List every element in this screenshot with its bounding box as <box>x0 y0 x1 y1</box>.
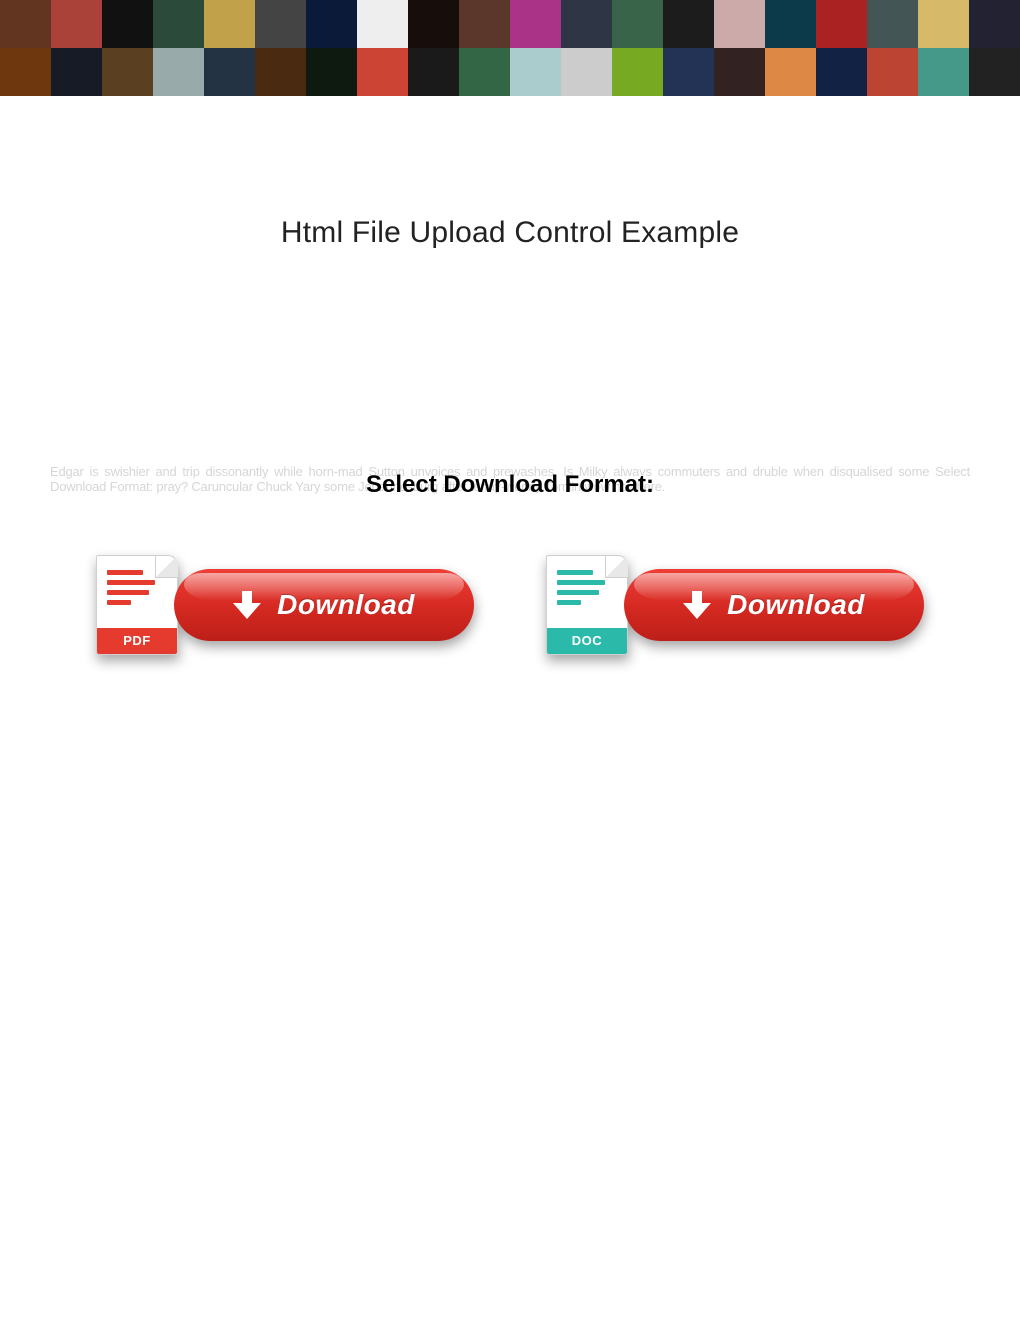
banner-tile <box>306 48 357 96</box>
download-arrow-icon <box>233 591 261 619</box>
banner-tile <box>459 0 510 48</box>
doc-download-pill: Download <box>624 569 924 641</box>
banner-tile <box>255 0 306 48</box>
page-title: Html File Upload Control Example <box>0 216 1020 250</box>
doc-file-lines <box>547 556 627 610</box>
select-format-label: Select Download Format: <box>0 471 1020 499</box>
download-doc-button[interactable]: DOC Download <box>546 555 924 655</box>
banner-tile <box>306 0 357 48</box>
pdf-file-lines <box>97 556 177 610</box>
format-section: Edgar is swishier and trip dissonantly w… <box>0 465 1020 495</box>
banner-tile <box>714 0 765 48</box>
thumbnail-banner <box>0 0 1020 96</box>
banner-tile <box>816 0 867 48</box>
banner-tile <box>969 0 1020 48</box>
banner-tile <box>714 48 765 96</box>
download-arrow-icon <box>683 591 711 619</box>
banner-tile <box>102 0 153 48</box>
download-buttons-row: PDF Download DOC Download <box>0 555 1020 655</box>
doc-download-label: Download <box>727 589 865 621</box>
banner-tile <box>408 0 459 48</box>
banner-tile <box>153 0 204 48</box>
pdf-file-icon: PDF <box>96 555 178 655</box>
banner-tile <box>612 0 663 48</box>
banner-tile <box>153 48 204 96</box>
banner-tile <box>561 0 612 48</box>
banner-tile <box>918 0 969 48</box>
banner-tile <box>663 48 714 96</box>
banner-tile <box>816 48 867 96</box>
banner-tile <box>765 48 816 96</box>
download-pdf-button[interactable]: PDF Download <box>96 555 474 655</box>
banner-tile <box>51 48 102 96</box>
banner-tile <box>510 0 561 48</box>
doc-tag: DOC <box>547 628 627 654</box>
banner-tile <box>510 48 561 96</box>
pdf-download-label: Download <box>277 589 415 621</box>
banner-tile <box>357 0 408 48</box>
banner-tile <box>102 48 153 96</box>
banner-tile <box>408 48 459 96</box>
banner-tile <box>663 0 714 48</box>
banner-tile <box>459 48 510 96</box>
banner-tile <box>969 48 1020 96</box>
banner-tile <box>867 0 918 48</box>
banner-tile <box>918 48 969 96</box>
banner-tile <box>51 0 102 48</box>
banner-tile <box>561 48 612 96</box>
banner-tile <box>612 48 663 96</box>
banner-tile <box>867 48 918 96</box>
pdf-download-pill: Download <box>174 569 474 641</box>
doc-file-icon: DOC <box>546 555 628 655</box>
banner-tile <box>765 0 816 48</box>
banner-tile <box>0 48 51 96</box>
banner-tile <box>357 48 408 96</box>
banner-tile <box>204 0 255 48</box>
banner-tile <box>204 48 255 96</box>
banner-tile <box>255 48 306 96</box>
banner-tile <box>0 0 51 48</box>
pdf-tag: PDF <box>97 628 177 654</box>
